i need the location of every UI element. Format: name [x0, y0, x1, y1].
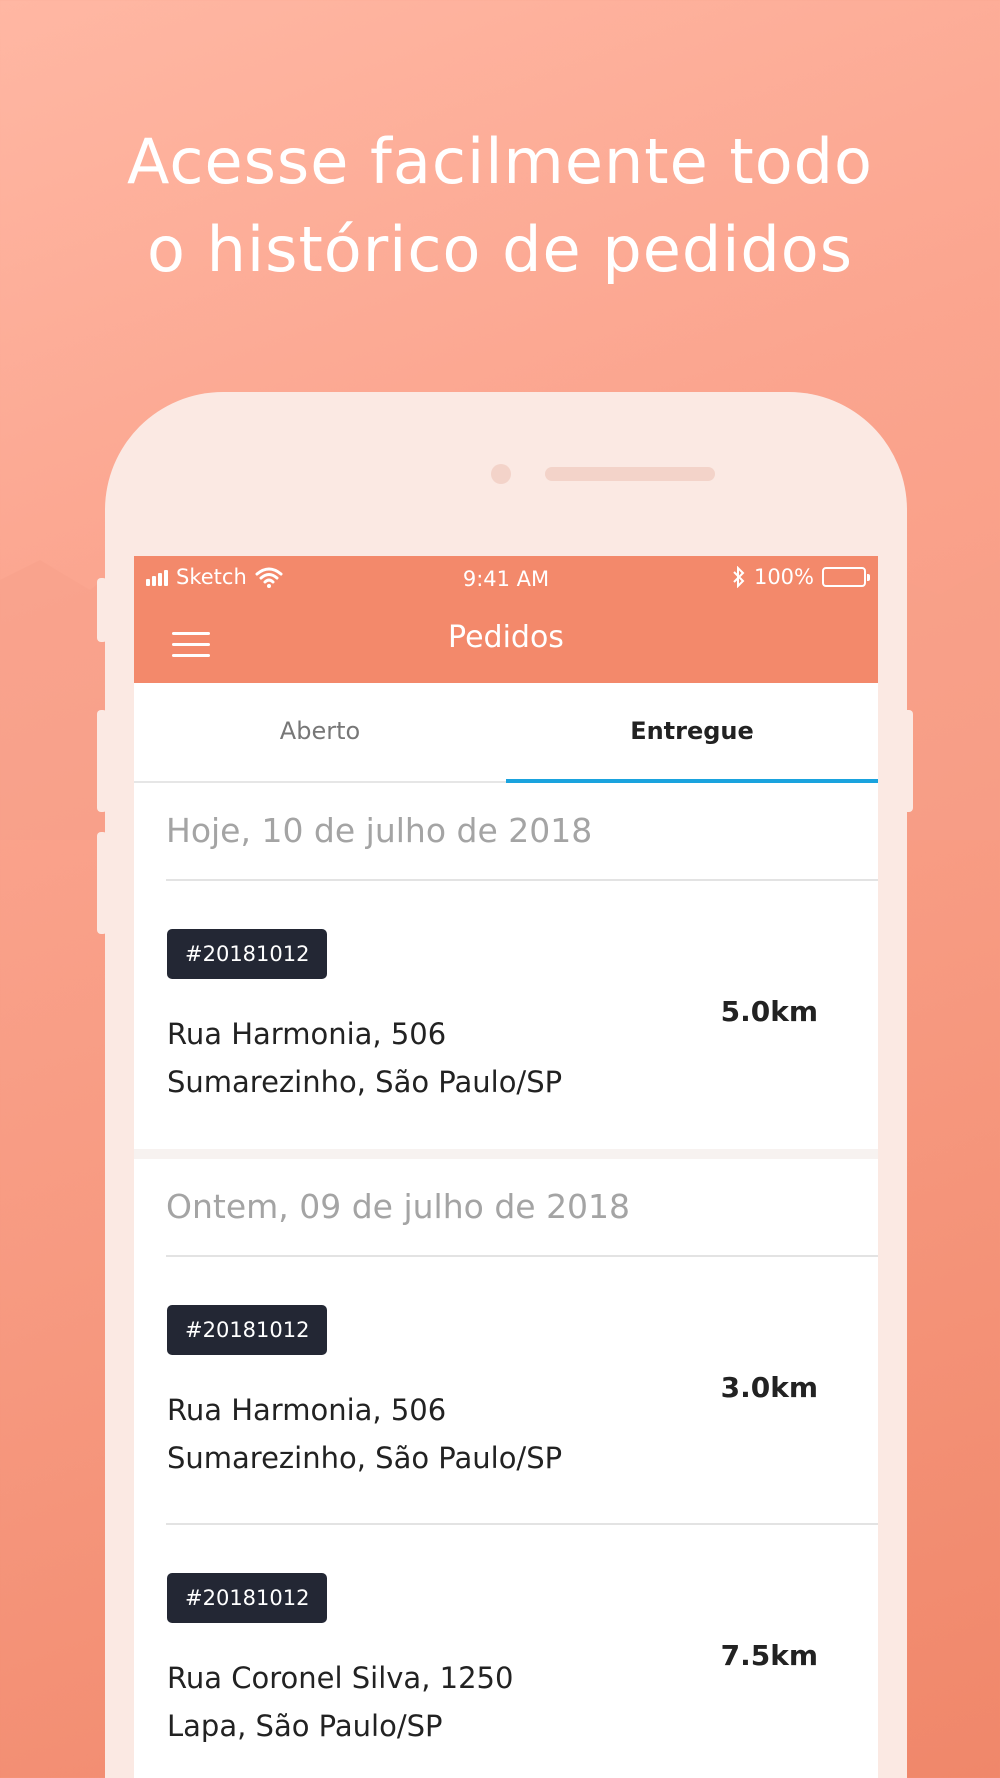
side-button-volume-down — [97, 832, 107, 934]
order-item[interactable]: #20181012 Rua Coronel Silva, 1250 Lapa, … — [166, 1525, 878, 1778]
tab-active-indicator — [506, 779, 878, 783]
order-item[interactable]: #20181012 Rua Harmonia, 506 Sumarezinho,… — [166, 1257, 878, 1525]
order-street: Rua Harmonia, 506 — [167, 1017, 447, 1051]
order-distance: 3.0km — [720, 1371, 818, 1404]
side-button-volume-up — [97, 710, 107, 812]
section-date-header: Ontem, 09 de julho de 2018 — [166, 1159, 878, 1257]
order-district: Lapa, São Paulo/SP — [167, 1709, 443, 1743]
section-today: Hoje, 10 de julho de 2018 #20181012 Rua … — [134, 783, 878, 1149]
order-distance: 5.0km — [720, 995, 818, 1028]
earpiece-speaker — [545, 467, 715, 481]
bluetooth-icon — [733, 566, 745, 588]
order-street: Rua Coronel Silva, 1250 — [167, 1661, 514, 1695]
section-date-header: Hoje, 10 de julho de 2018 — [166, 783, 878, 881]
app-bar: Sketch 9:41 AM 100% Pedidos — [134, 556, 878, 683]
status-bar: Sketch 9:41 AM 100% — [134, 556, 878, 604]
headline: Acesse facilmente todo o histórico de pe… — [0, 118, 1000, 294]
side-button-power — [903, 710, 913, 812]
section-yesterday: Ontem, 09 de julho de 2018 #20181012 Rua… — [134, 1159, 878, 1778]
tab-bar: Aberto Entregue — [134, 683, 878, 783]
status-right: 100% — [732, 565, 870, 589]
tab-aberto[interactable]: Aberto — [134, 683, 506, 781]
order-district: Sumarezinho, São Paulo/SP — [167, 1441, 563, 1475]
headline-line-2: o histórico de pedidos — [146, 213, 854, 286]
side-button-mute — [97, 578, 107, 642]
phone-screen: Sketch 9:41 AM 100% Pedidos Aberto Entre… — [134, 556, 878, 1778]
order-item[interactable]: #20181012 Rua Harmonia, 506 Sumarezinho,… — [166, 881, 878, 1149]
front-camera — [491, 464, 511, 484]
order-id-badge: #20181012 — [167, 1573, 328, 1623]
order-id-badge: #20181012 — [167, 1305, 328, 1355]
order-distance: 7.5km — [720, 1639, 818, 1672]
order-district: Sumarezinho, São Paulo/SP — [167, 1065, 563, 1099]
headline-line-1: Acesse facilmente todo — [127, 125, 873, 198]
order-id-badge: #20181012 — [167, 929, 328, 979]
battery-icon — [822, 567, 870, 587]
page-title: Pedidos — [448, 620, 564, 655]
order-street: Rua Harmonia, 506 — [167, 1393, 447, 1427]
tab-entregue[interactable]: Entregue — [506, 683, 878, 781]
section-divider — [134, 1149, 878, 1159]
battery-percent: 100% — [753, 565, 814, 589]
